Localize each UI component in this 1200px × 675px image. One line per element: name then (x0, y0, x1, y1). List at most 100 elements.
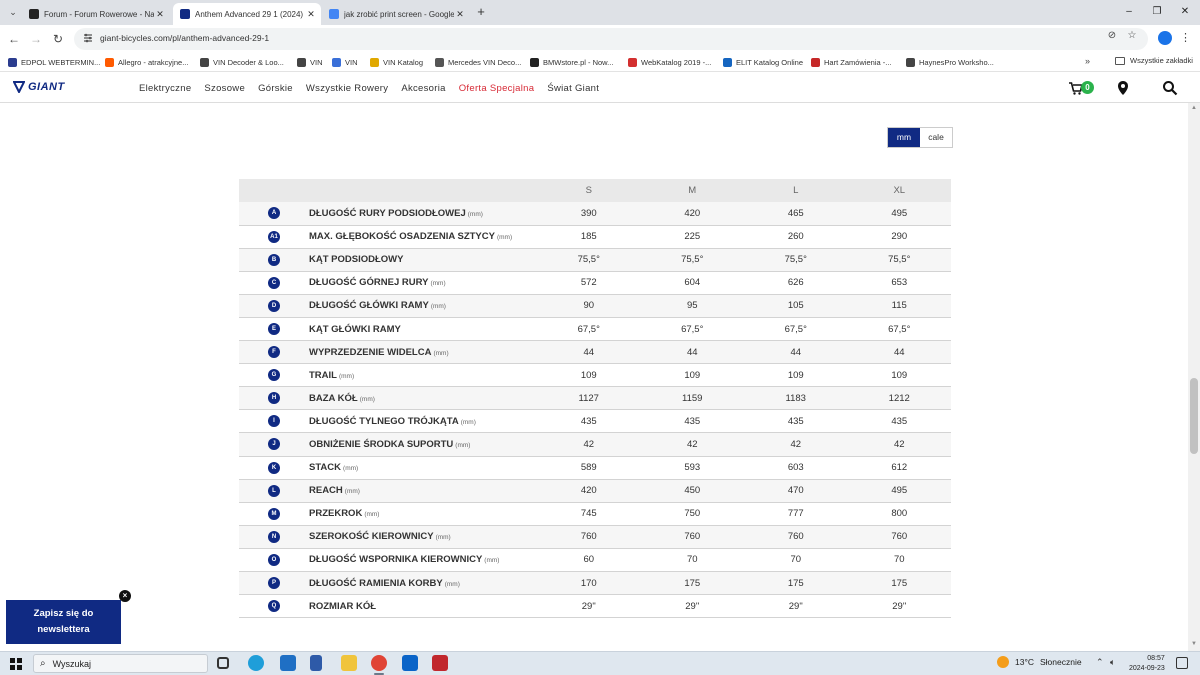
nav-item[interactable]: Świat Giant (547, 83, 599, 94)
mail-icon[interactable] (280, 655, 296, 671)
bookmark-item[interactable]: VIN Katalog (370, 56, 423, 69)
measurement-value: 1183 (744, 386, 848, 411)
app-red-icon[interactable] (432, 655, 448, 671)
measurement-letter-badge: A1 (268, 230, 280, 243)
close-window-icon[interactable]: ✕ (1178, 4, 1192, 20)
measurement-value: 44 (744, 340, 848, 365)
measurement-value: 105 (744, 294, 848, 318)
tracking-protection-icon[interactable]: ⊘ (1106, 30, 1118, 42)
page-scrollbar[interactable]: ▲ ▼ (1188, 103, 1200, 651)
nav-item[interactable]: Wszystkie Rowery (306, 83, 388, 94)
browser-menu-icon[interactable]: ⋮ (1180, 31, 1191, 45)
forward-arrow-icon[interactable]: → (28, 31, 44, 47)
scroll-thumb[interactable] (1190, 378, 1198, 454)
taskbar-search-placeholder: Wyszukaj (52, 658, 92, 669)
browser-tab[interactable]: Forum - Forum Rowerowe - Naj ✕ (22, 3, 170, 25)
maximize-icon[interactable]: ❐ (1150, 4, 1164, 20)
bookmark-item[interactable]: WebKatalog 2019 -... (628, 56, 711, 69)
scroll-up-arrow-icon[interactable]: ▲ (1190, 105, 1198, 111)
bookmark-item[interactable]: Hart Zamówienia -... (811, 56, 892, 69)
measurement-value: 435 (537, 409, 641, 434)
measurement-name: DŁUGOŚĆ GŁÓWKI RAMY (309, 300, 429, 312)
bookmark-item[interactable]: ELIT Katalog Online (723, 56, 803, 69)
bookmark-item[interactable]: Mercedes VIN Deco... (435, 56, 521, 69)
measurement-value: 589 (537, 456, 641, 480)
row-letter-cell: F (239, 340, 309, 365)
nav-item[interactable]: Górskie (258, 83, 293, 94)
outlook-icon[interactable] (402, 655, 418, 671)
file-explorer-icon[interactable] (341, 655, 357, 671)
geometry-row: D DŁUGOŚĆ GŁÓWKI RAMY (mm) 90 95 105 115 (239, 294, 951, 318)
edge-browser-icon[interactable] (248, 655, 264, 671)
nav-item[interactable]: Oferta Specjalna (459, 83, 535, 94)
bookmark-item[interactable]: VIN (297, 56, 323, 69)
bookmark-favicon-icon (332, 58, 341, 67)
nav-item[interactable]: Akcesoria (401, 83, 445, 94)
bookmark-item[interactable]: Allegro - atrakcyjne... (105, 56, 188, 69)
geometry-row: M PRZEKROK (mm) 745 750 777 800 (239, 502, 951, 526)
bookmark-item[interactable]: VIN Decoder & Loo... (200, 56, 284, 69)
row-letter-cell: P (239, 571, 309, 596)
browser-tab[interactable]: jak zrobić print screen - Google ✕ (322, 3, 470, 25)
tab-search-chevron-icon[interactable]: ⌄ (5, 4, 21, 20)
tab-close-icon[interactable]: ✕ (154, 9, 166, 20)
notifications-icon[interactable] (1176, 657, 1188, 669)
sun-icon (997, 656, 1009, 668)
nav-item[interactable]: Szosowe (204, 83, 245, 94)
measurement-letter-badge: B (268, 253, 280, 266)
unit-inch-button[interactable]: cale (920, 128, 952, 147)
scroll-down-arrow-icon[interactable]: ▼ (1190, 641, 1198, 647)
location-pin-icon[interactable] (1115, 80, 1131, 96)
more-bookmarks-chevron-icon[interactable]: » (1085, 56, 1090, 66)
measurement-name-cell: OBNIŻENIE ŚRODKA SUPORTU (mm) (309, 432, 537, 457)
measurement-name-cell: KĄT PODSIODŁOWY (309, 248, 537, 272)
tray-chevron-icon[interactable]: ⌃ (1096, 657, 1104, 668)
site-info-icon[interactable] (83, 33, 93, 44)
row-letter-cell: C (239, 271, 309, 295)
weather-desc: Słonecznie (1040, 657, 1082, 667)
measurement-unit: (mm) (484, 557, 500, 565)
weather-widget[interactable]: 13°C Słonecznie (997, 656, 1082, 668)
tab-close-icon[interactable]: ✕ (305, 9, 317, 20)
geometry-row: P DŁUGOŚĆ RAMIENIA KORBY (mm) 170 175 175 175 (239, 571, 951, 596)
measurement-value: 90 (537, 294, 641, 318)
all-bookmarks-button[interactable]: Wszystkie zakładki (1115, 56, 1193, 65)
search-icon[interactable] (1162, 80, 1178, 96)
bookmark-item[interactable]: VIN (332, 56, 358, 69)
tab-close-icon[interactable]: ✕ (454, 9, 466, 20)
measurement-value: 435 (744, 409, 848, 434)
clock[interactable]: 08:57 2024-09-23 (1129, 654, 1165, 674)
bookmark-item[interactable]: BMWstore.pl - Now... (530, 56, 613, 69)
measurement-value: 470 (744, 479, 848, 503)
measurement-unit: (mm) (343, 465, 359, 473)
bookmark-item[interactable]: EDPOL WEBTERMIN... (8, 56, 100, 69)
newsletter-close-icon[interactable]: × (119, 590, 131, 602)
measurement-letter-badge: N (268, 530, 280, 543)
browser-tab[interactable]: Anthem Advanced 29 1 (2024) | ✕ (173, 3, 321, 25)
profile-avatar-icon[interactable] (1158, 31, 1172, 45)
measurement-value: 450 (640, 479, 744, 503)
measurement-unit: (mm) (364, 511, 380, 519)
bookmark-item[interactable]: HaynesPro Worksho... (906, 56, 994, 69)
measurement-unit: (mm) (467, 210, 483, 218)
minimize-icon[interactable]: – (1122, 4, 1136, 20)
volume-icon[interactable]: 🔈︎ (1110, 657, 1115, 668)
measurement-name-cell: DŁUGOŚĆ GÓRNEJ RURY (mm) (309, 271, 537, 295)
bookmark-star-icon[interactable]: ☆ (1126, 30, 1138, 42)
app-pin-icon[interactable] (310, 655, 322, 671)
unit-mm-button[interactable]: mm (888, 128, 920, 147)
measurement-value: 67,5° (847, 317, 951, 342)
chrome-icon[interactable] (371, 655, 387, 671)
back-arrow-icon[interactable]: ← (6, 31, 22, 47)
windows-start-icon[interactable] (10, 658, 22, 670)
url-field[interactable]: giant-bicycles.com/pl/anthem-advanced-29… (74, 28, 1148, 50)
nav-item[interactable]: Elektryczne (139, 83, 191, 94)
newsletter-button[interactable]: Zapisz się do newslettera (6, 600, 121, 644)
giant-logo[interactable]: GIANT (13, 81, 65, 93)
measurement-letter-badge: M (268, 507, 280, 520)
taskbar-search-field[interactable]: ⌕ Wyszukaj (33, 654, 208, 673)
measurement-name: PRZEKROK (309, 508, 363, 520)
new-tab-button[interactable]: + (474, 4, 488, 20)
reload-icon[interactable]: ↻ (50, 31, 66, 47)
task-view-icon[interactable] (217, 657, 229, 669)
